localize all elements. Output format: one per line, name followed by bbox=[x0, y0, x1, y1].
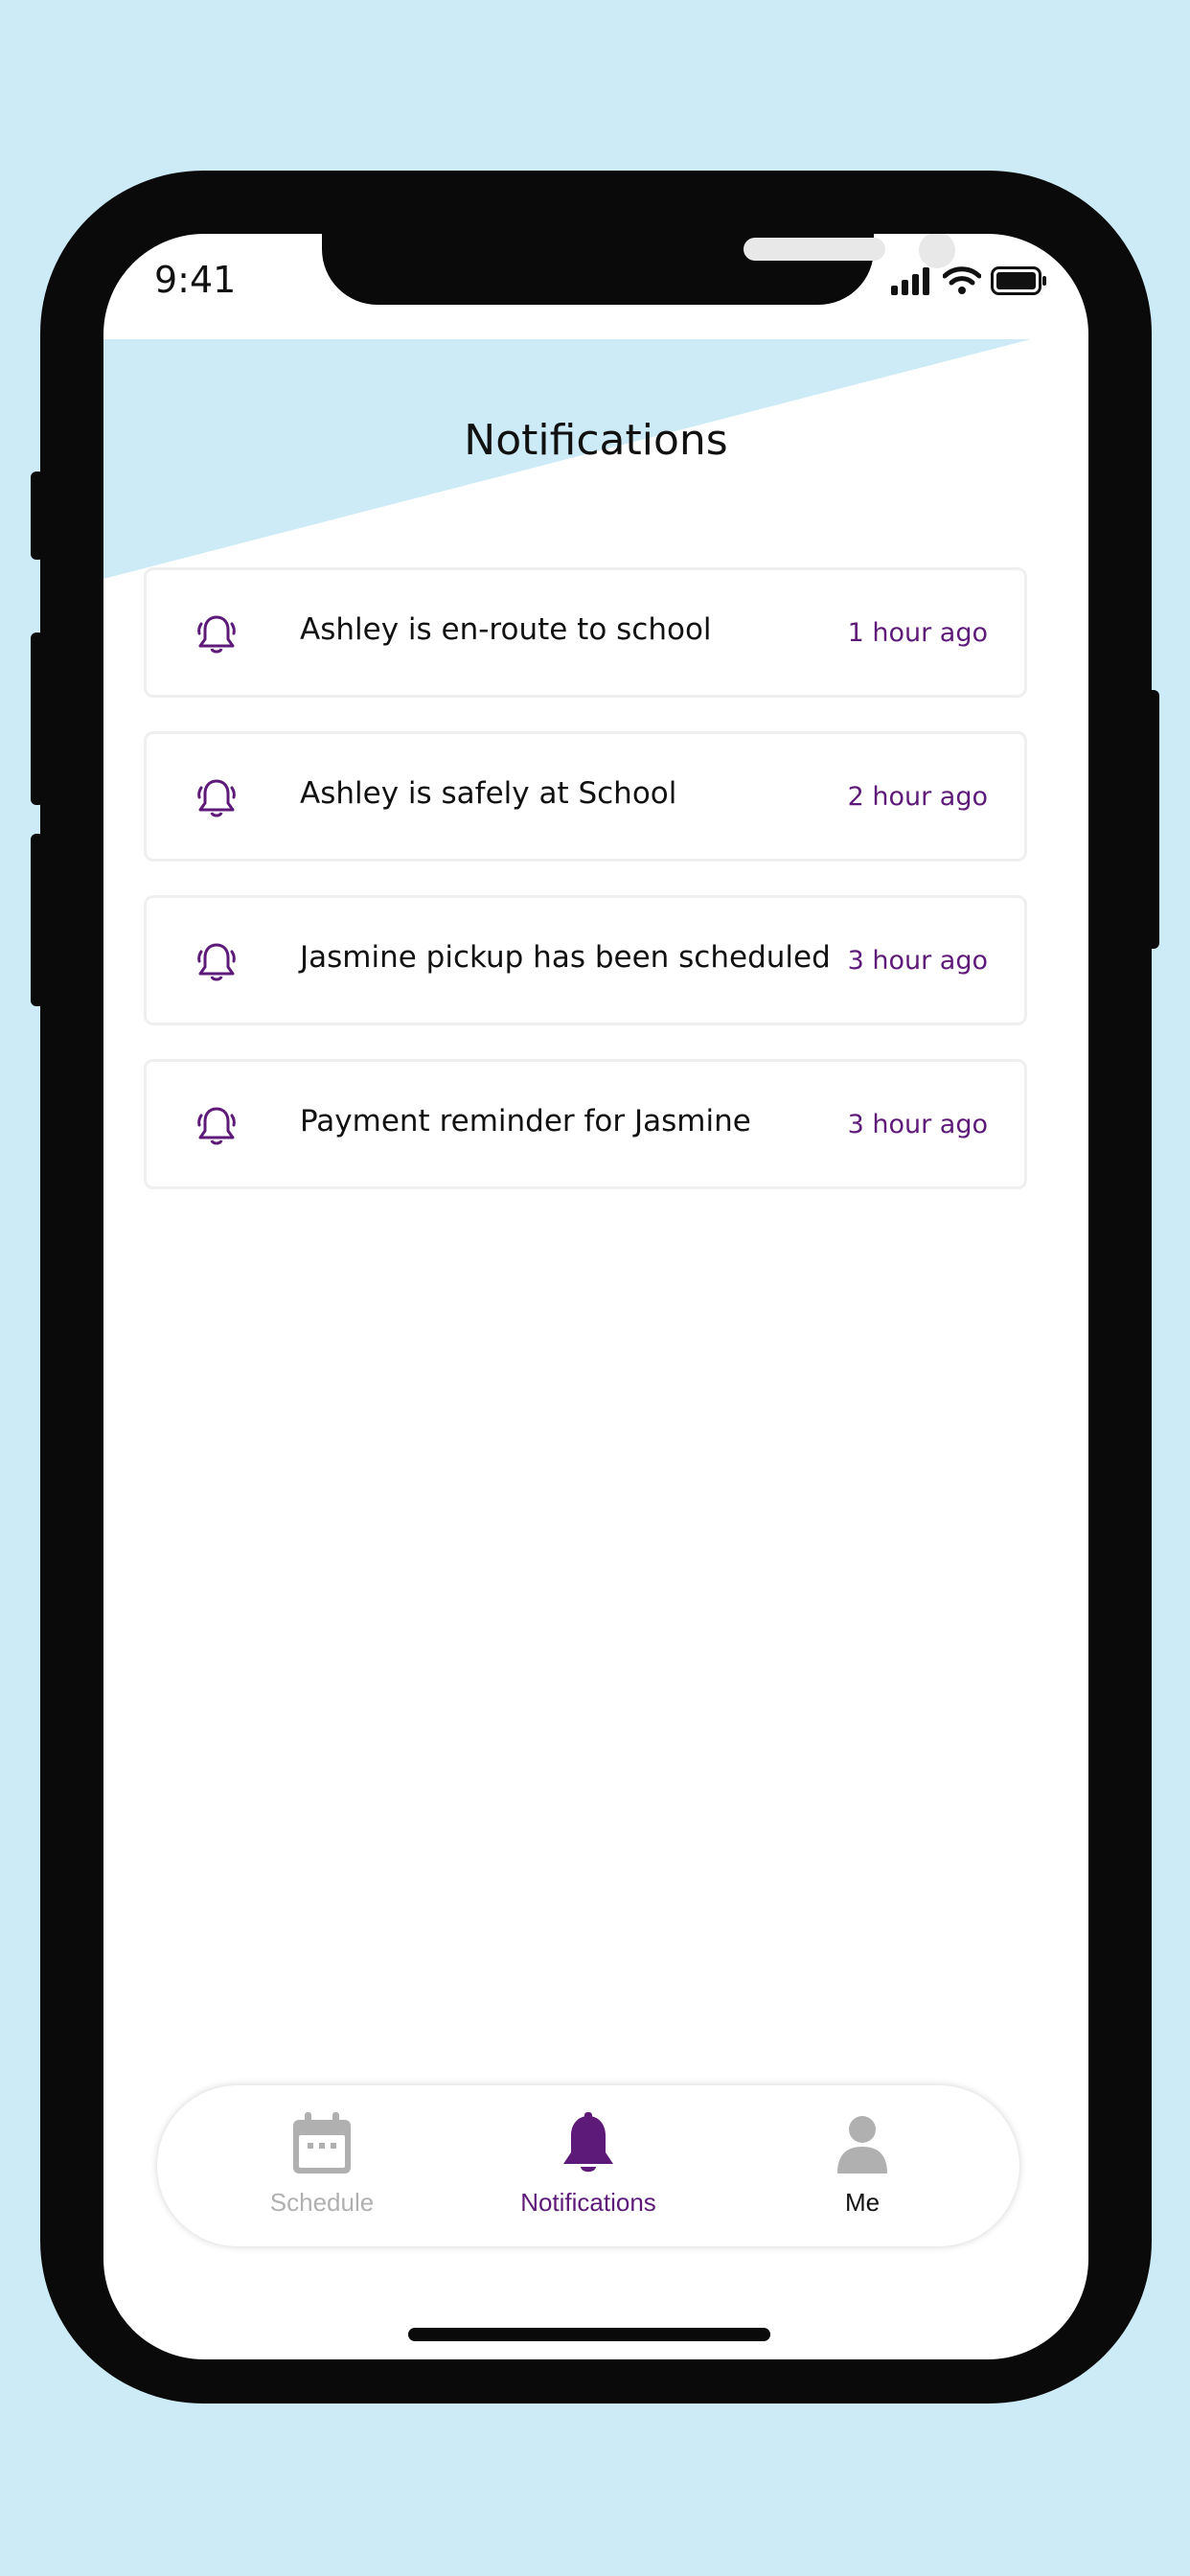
tab-schedule-label: Schedule bbox=[269, 2188, 375, 2217]
bell-icon bbox=[197, 615, 236, 654]
home-indicator bbox=[408, 2328, 770, 2341]
front-camera bbox=[919, 234, 955, 268]
person-icon bbox=[837, 2116, 887, 2174]
notification-item[interactable]: Ashley is safely at School 2 hour ago bbox=[144, 731, 1027, 862]
notification-text: Ashley is en-route to school bbox=[300, 612, 712, 647]
notification-item[interactable]: Payment reminder for Jasmine 3 hour ago bbox=[144, 1059, 1027, 1189]
bell-icon bbox=[197, 943, 236, 981]
notification-time: 2 hour ago bbox=[847, 782, 988, 812]
signal-icon bbox=[891, 267, 929, 295]
notification-time: 1 hour ago bbox=[847, 618, 988, 648]
tab-notifications-label: Notifications bbox=[520, 2188, 656, 2217]
bell-icon bbox=[197, 779, 236, 817]
speaker bbox=[744, 238, 885, 261]
notification-time: 3 hour ago bbox=[847, 946, 988, 976]
status-time: 9:41 bbox=[154, 259, 237, 301]
notification-text: Ashley is safely at School bbox=[300, 776, 677, 811]
notification-time: 3 hour ago bbox=[847, 1110, 988, 1139]
notification-item[interactable]: Ashley is en-route to school 1 hour ago bbox=[144, 567, 1027, 698]
tab-notifications[interactable]: Notifications bbox=[492, 2112, 684, 2218]
screen: 9:41 Notifications Ashley is en-route to bbox=[103, 234, 1088, 2359]
bell-icon bbox=[563, 2112, 613, 2173]
tab-me-label: Me bbox=[844, 2188, 881, 2217]
notification-text: Jasmine pickup has been scheduled bbox=[300, 940, 831, 975]
tab-schedule[interactable]: Schedule bbox=[226, 2112, 418, 2218]
bell-icon bbox=[197, 1107, 236, 1145]
notification-text: Payment reminder for Jasmine bbox=[300, 1104, 751, 1138]
notch bbox=[322, 234, 955, 305]
battery-icon bbox=[991, 266, 1046, 295]
calendar-icon bbox=[293, 2112, 351, 2174]
tab-me[interactable]: Me bbox=[767, 2112, 958, 2218]
page-title: Notifications bbox=[464, 416, 728, 465]
tab-bar: Schedule Notifications Me bbox=[157, 2085, 1019, 2246]
wifi-icon bbox=[943, 266, 981, 294]
notification-item[interactable]: Jasmine pickup has been scheduled 3 hour… bbox=[144, 895, 1027, 1025]
status-icons bbox=[891, 266, 1048, 295]
